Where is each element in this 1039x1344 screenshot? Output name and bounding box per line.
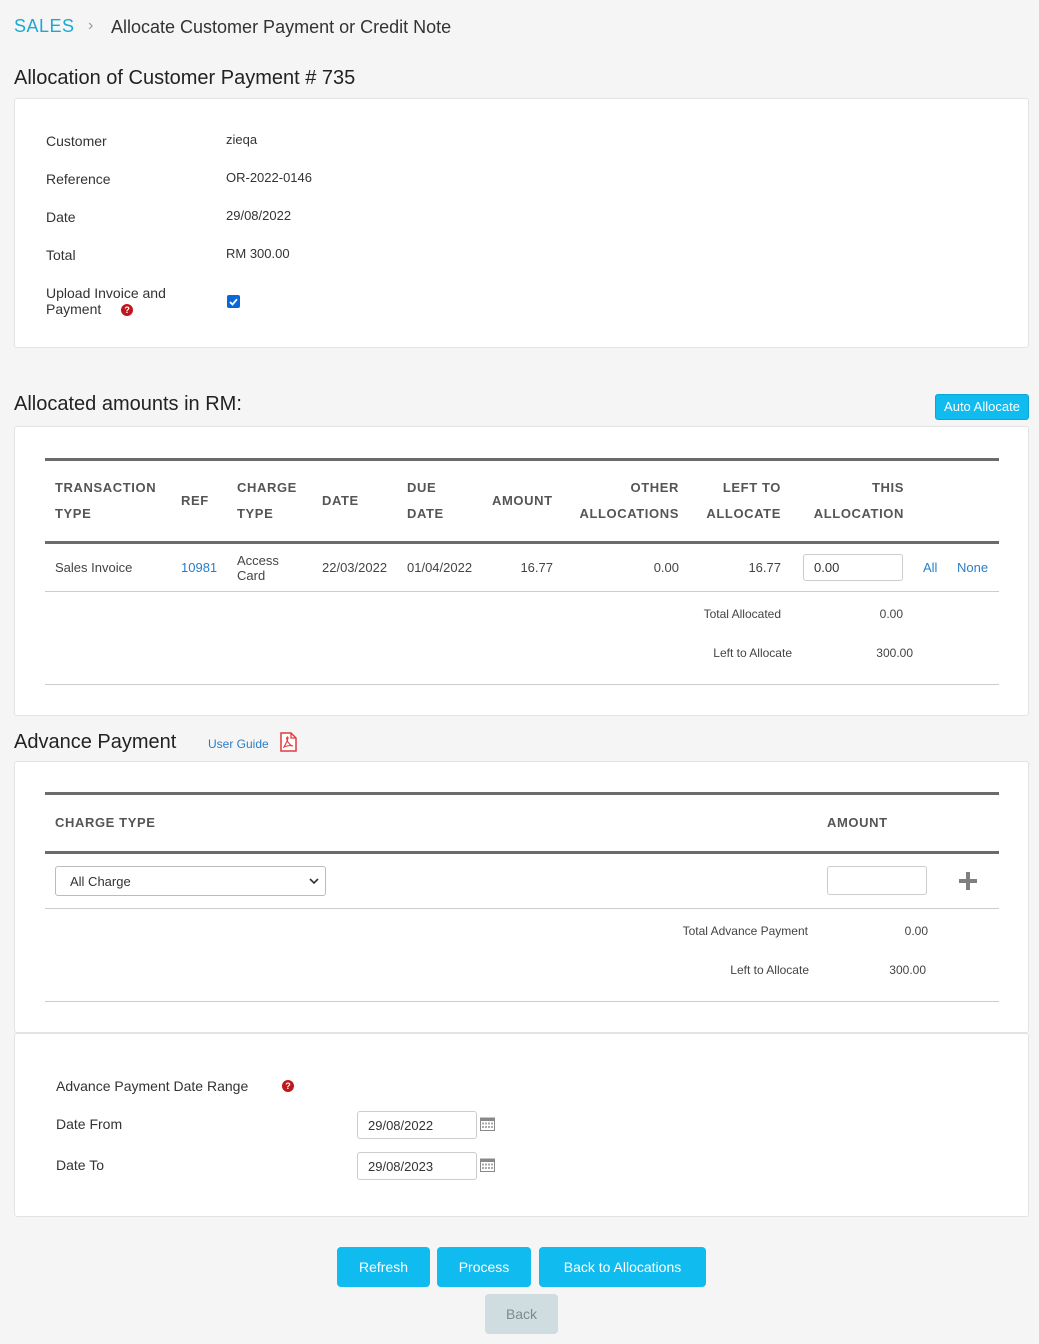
advance-table-top-rule bbox=[45, 792, 999, 795]
pdf-icon[interactable] bbox=[279, 732, 297, 757]
advance-payment-title: Advance Payment bbox=[14, 731, 177, 753]
breadcrumb-separator-icon: › bbox=[88, 17, 94, 34]
charge-type-select[interactable]: All Charge bbox=[55, 866, 326, 896]
header-bottom-rule bbox=[45, 541, 999, 544]
advance-amount-input[interactable] bbox=[827, 866, 927, 895]
breadcrumb-current: Allocate Customer Payment or Credit Note bbox=[111, 17, 452, 37]
row-bottom-rule bbox=[45, 591, 999, 592]
header-amount-advance: AMOUNT bbox=[827, 815, 888, 830]
allocation-title: Allocation of Customer Payment # 735 bbox=[14, 67, 356, 89]
advance-row-bottom-rule bbox=[45, 908, 999, 909]
advance-table-bottom-rule bbox=[45, 1001, 999, 1002]
upload-label-line2: Payment bbox=[46, 301, 102, 317]
total-advance-payment-label: Total Advance Payment bbox=[682, 924, 808, 938]
cell-amount: 16.77 bbox=[520, 560, 553, 575]
total-advance-payment-value: 0.00 bbox=[904, 924, 928, 938]
advance-left-to-allocate-value: 300.00 bbox=[889, 963, 926, 977]
table-bottom-rule bbox=[45, 684, 999, 685]
date-to-input[interactable]: 29/08/2023 bbox=[357, 1152, 477, 1180]
cell-other-allocations: 0.00 bbox=[653, 560, 679, 575]
help-icon[interactable]: ? bbox=[282, 1080, 294, 1092]
charge-type-selected-value: All Charge bbox=[70, 873, 131, 889]
header-this-allocation: THIS ALLOCATION bbox=[813, 480, 904, 521]
process-button[interactable]: Process bbox=[437, 1247, 531, 1287]
allocate-none-link[interactable]: None bbox=[957, 560, 988, 575]
date-from-label: Date From bbox=[56, 1116, 123, 1132]
header-due-date: DUE DATE bbox=[407, 480, 444, 521]
header-charge-type: CHARGE TYPE bbox=[237, 480, 297, 521]
back-to-allocations-button[interactable]: Back to Allocations bbox=[539, 1247, 706, 1287]
upload-checkbox[interactable] bbox=[227, 295, 240, 308]
cell-date: 22/03/2022 bbox=[322, 560, 388, 575]
header-date: DATE bbox=[322, 493, 359, 508]
back-button[interactable]: Back bbox=[485, 1294, 558, 1334]
total-value: RM 300.00 bbox=[226, 246, 290, 261]
date-range-title: Advance Payment Date Range bbox=[56, 1078, 249, 1094]
cell-left-to-allocate: 16.77 bbox=[748, 560, 781, 575]
cell-charge-type: Access Card bbox=[237, 553, 279, 583]
reference-value: OR-2022-0146 bbox=[226, 170, 312, 185]
date-range-panel: Advance Payment Date Range ? Date From 2… bbox=[14, 1033, 1029, 1217]
allocate-all-link[interactable]: All bbox=[923, 560, 937, 575]
total-allocated-value: 0.00 bbox=[879, 607, 903, 621]
add-charge-plus-icon[interactable] bbox=[959, 872, 977, 895]
refresh-button[interactable]: Refresh bbox=[337, 1247, 430, 1287]
chevron-down-icon bbox=[309, 878, 319, 884]
payment-info-panel: Customer zieqa Reference OR-2022-0146 Da… bbox=[14, 98, 1029, 348]
help-icon[interactable]: ? bbox=[121, 304, 134, 317]
upload-label-line1: Upload Invoice and bbox=[46, 285, 166, 301]
allocated-title: Allocated amounts in RM: bbox=[14, 393, 242, 415]
total-allocated-label: Total Allocated bbox=[703, 607, 781, 621]
advance-left-to-allocate-label: Left to Allocate bbox=[730, 963, 809, 977]
cell-due-date: 01/04/2022 bbox=[407, 560, 473, 575]
breadcrumb-root-link[interactable]: SALES bbox=[14, 16, 75, 37]
auto-allocate-button[interactable]: Auto Allocate bbox=[935, 394, 1029, 420]
header-transaction-type: TRANSACTION TYPE bbox=[55, 480, 157, 521]
customer-value: zieqa bbox=[226, 132, 258, 147]
left-to-allocate-value: 300.00 bbox=[876, 646, 913, 660]
date-value: 29/08/2022 bbox=[226, 208, 292, 223]
allocated-panel: TRANSACTION TYPE REF CHARGE TYPE DATE DUE D… bbox=[14, 426, 1029, 716]
reference-label: Reference bbox=[46, 171, 111, 187]
date-label: Date bbox=[46, 209, 76, 225]
header-left-to-allocate: LEFT TO ALLOCATE bbox=[706, 480, 781, 521]
table-top-rule bbox=[45, 458, 999, 461]
header-amount: AMOUNT bbox=[492, 493, 553, 508]
header-ref: REF bbox=[181, 493, 209, 508]
cell-transaction-type: Sales Invoice bbox=[55, 560, 133, 575]
calendar-icon[interactable] bbox=[480, 1116, 495, 1136]
calendar-icon[interactable] bbox=[480, 1157, 495, 1177]
customer-label: Customer bbox=[46, 133, 107, 149]
date-from-input[interactable]: 29/08/2022 bbox=[357, 1111, 477, 1139]
advance-payment-panel: CHARGE TYPE AMOUNT All Charge Total Adva… bbox=[14, 761, 1029, 1033]
cell-ref-link[interactable]: 10981 bbox=[181, 560, 217, 575]
total-label: Total bbox=[46, 247, 76, 263]
date-to-label: Date To bbox=[56, 1157, 104, 1173]
advance-header-bottom-rule bbox=[45, 851, 999, 854]
this-allocation-input[interactable]: 0.00 bbox=[803, 554, 903, 581]
left-to-allocate-label: Left to Allocate bbox=[713, 646, 792, 660]
header-other-allocations: OTHER ALLOCATIONS bbox=[579, 480, 679, 521]
user-guide-link[interactable]: User Guide bbox=[208, 737, 269, 751]
header-charge-type-advance: CHARGE TYPE bbox=[55, 815, 156, 830]
upload-label: Upload Invoice and Payment ? bbox=[46, 285, 166, 317]
